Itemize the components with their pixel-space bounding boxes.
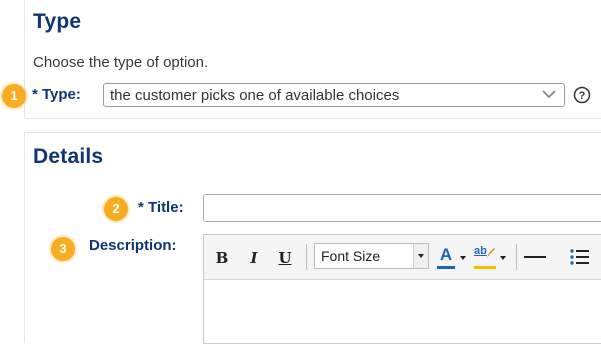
- font-size-dropdown-button[interactable]: [413, 244, 428, 268]
- font-color-button[interactable]: A: [437, 245, 467, 271]
- caret-down-icon: [500, 256, 506, 260]
- description-editor[interactable]: B I U Font Size A ab: [203, 234, 601, 344]
- description-label: Description:: [89, 237, 177, 254]
- font-color-swatch: [437, 266, 455, 269]
- italic-button[interactable]: I: [246, 248, 262, 268]
- details-heading: Details: [33, 145, 104, 168]
- highlight-color-button[interactable]: ab: [474, 245, 508, 271]
- editor-toolbar: B I U Font Size A ab: [204, 235, 601, 280]
- type-select-value: the customer picks one of available choi…: [110, 87, 400, 104]
- toolbar-separator: [516, 244, 517, 270]
- underline-button[interactable]: U: [277, 248, 293, 268]
- chevron-down-icon: [542, 90, 556, 99]
- font-color-glyph: A: [439, 245, 453, 264]
- title-input[interactable]: [203, 194, 601, 222]
- highlight-swatch: [474, 266, 496, 269]
- type-description: Choose the type of option.: [33, 54, 209, 71]
- toolbar-separator: [306, 244, 307, 270]
- font-size-select[interactable]: Font Size: [314, 243, 429, 269]
- step-badge-2: 2: [104, 197, 128, 221]
- title-label: * Title:: [138, 199, 184, 216]
- type-label: * Type:: [32, 86, 81, 103]
- step-badge-3: 3: [51, 237, 75, 261]
- bullet-list-icon[interactable]: [569, 247, 589, 267]
- caret-down-icon: [418, 254, 424, 258]
- type-heading: Type: [33, 10, 82, 33]
- caret-down-icon: [460, 256, 466, 260]
- pen-icon: [487, 248, 495, 258]
- font-size-label: Font Size: [321, 248, 381, 264]
- step-badge-1: 1: [2, 84, 26, 108]
- type-select[interactable]: the customer picks one of available choi…: [103, 83, 565, 107]
- help-icon-glyph: ?: [579, 90, 586, 102]
- horizontal-rule-button[interactable]: [524, 256, 546, 258]
- help-icon[interactable]: ?: [573, 86, 591, 104]
- bold-button[interactable]: B: [214, 248, 230, 268]
